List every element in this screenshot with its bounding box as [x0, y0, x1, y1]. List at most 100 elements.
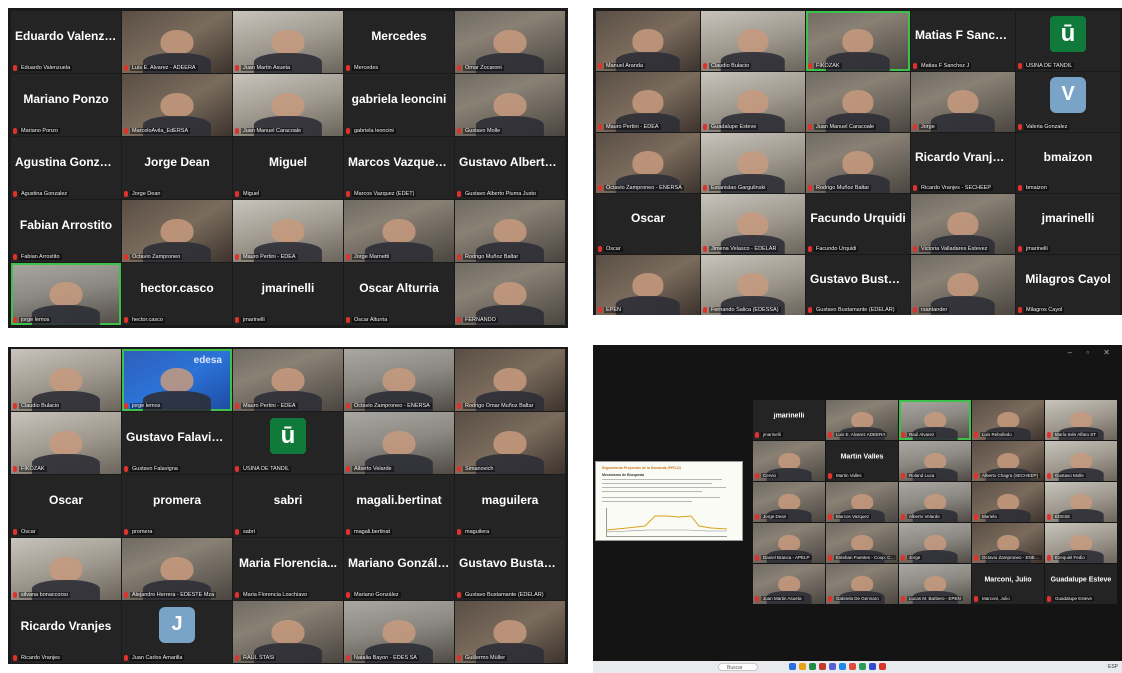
participant-tile[interactable]: magali.bertinat magali.bertinat: [344, 475, 454, 537]
participant-tile[interactable]: ū USINA DE TANDIL: [1016, 11, 1120, 71]
app-icon[interactable]: [879, 663, 886, 670]
participant-tile[interactable]: Octavio Zamproneo: [122, 200, 232, 262]
participant-tile[interactable]: Oscar Oscar: [596, 194, 700, 254]
participant-tile[interactable]: Maria Florencia... Maria Florencia Loschi…: [233, 538, 343, 600]
app-icon[interactable]: [849, 663, 856, 670]
participant-tile[interactable]: Gabriela De Gennaro: [826, 564, 898, 604]
participant-tile[interactable]: Mercedes Mercedes: [344, 11, 454, 73]
participant-tile[interactable]: Luis Rebolledo: [972, 400, 1044, 440]
participant-tile[interactable]: FERNANDO: [455, 263, 565, 325]
participant-tile[interactable]: promera promera: [122, 475, 232, 537]
participant-tile[interactable]: Ezequiel Fedio: [1045, 523, 1117, 563]
participant-tile[interactable]: gabriela leoncini gabriela leoncini: [344, 74, 454, 136]
participant-tile[interactable]: Oscar Oscar: [11, 475, 121, 537]
participant-tile[interactable]: Omar Zocaroni: [455, 11, 565, 73]
participant-tile[interactable]: J Juan Carlos Amarilla: [122, 601, 232, 663]
participant-tile[interactable]: Manuel Aranda: [596, 11, 700, 71]
participant-tile[interactable]: Guillermo Müller: [455, 601, 565, 663]
participant-tile[interactable]: Lucas M. Barbero - EPEN: [899, 564, 971, 604]
participant-tile[interactable]: V Valeria Gonzalez: [1016, 72, 1120, 132]
app-icon[interactable]: [839, 663, 846, 670]
participant-tile[interactable]: Gustavo Bustam... Gustavo Bustamante (EDE…: [455, 538, 565, 600]
participant-tile[interactable]: silvana bonaccorso: [11, 538, 121, 600]
participant-tile[interactable]: Gustavo Molle: [1045, 441, 1117, 481]
participant-tile[interactable]: Marconi, Julio Marconi, Julio: [972, 564, 1044, 604]
app-icon[interactable]: [819, 663, 826, 670]
participant-tile[interactable]: Mauro Pertini - EDEA: [233, 200, 343, 262]
participant-tile[interactable]: Alberto Velarde: [899, 482, 971, 522]
participant-tile[interactable]: María Inés Alfaro ST: [1045, 400, 1117, 440]
participant-tile[interactable]: Marcos Vazquez... Marcos Vazquez (EDET): [344, 137, 454, 199]
participant-tile[interactable]: Alberto Velarde: [344, 412, 454, 474]
participant-tile[interactable]: Daniel Branca - APELP: [753, 523, 825, 563]
participant-tile[interactable]: Gustavo Molle: [455, 74, 565, 136]
participant-tile[interactable]: Rodrigo Muñoz Baltar: [806, 133, 910, 193]
participant-tile[interactable]: Milagros Cayol Milagros Cayol: [1016, 255, 1120, 315]
participant-tile[interactable]: bmaizon bmaizon: [1016, 133, 1120, 193]
participant-tile[interactable]: sabri sabri: [233, 475, 343, 537]
participant-tile[interactable]: Roland Luca: [899, 441, 971, 481]
participant-tile[interactable]: Mauro Pertini - EDEA: [233, 349, 343, 411]
participant-tile[interactable]: Mariela: [972, 482, 1044, 522]
participant-tile[interactable]: Jorge: [899, 523, 971, 563]
participant-tile[interactable]: Martin Valles Martin Valles: [826, 441, 898, 481]
participant-tile[interactable]: rsantander: [911, 255, 1015, 315]
participant-tile[interactable]: Fernando Salica (EDESSA): [701, 255, 805, 315]
participant-tile[interactable]: Esteban Fuentes - Coop. CALF: [826, 523, 898, 563]
participant-tile[interactable]: Natalia Bayon - EDES SA: [344, 601, 454, 663]
participant-tile[interactable]: EPEN: [596, 255, 700, 315]
app-icon[interactable]: [869, 663, 876, 670]
participant-tile[interactable]: FIKOZAK: [11, 412, 121, 474]
participant-tile[interactable]: Octavio Zamproneo - ENERSA: [972, 523, 1044, 563]
participant-tile[interactable]: Guadalupe Esteve Guadalupe Esteve: [1045, 564, 1117, 604]
participant-tile[interactable]: Estanislao Gargulinski: [701, 133, 805, 193]
participant-tile[interactable]: Oscar Alturria Oscar Alturria: [344, 263, 454, 325]
app-icon[interactable]: [829, 663, 836, 670]
participant-tile[interactable]: Luis E. Alvarez ADEERA: [826, 400, 898, 440]
participant-tile[interactable]: Jorge Marnetti: [344, 200, 454, 262]
participant-tile[interactable]: edesa jorge lemos: [122, 349, 232, 411]
participant-tile[interactable]: Facundo Urquidi Facundo Urquidi: [806, 194, 910, 254]
taskbar-language[interactable]: ESP: [1108, 661, 1118, 673]
participant-tile[interactable]: Rodrigo Muñoz Baltar: [455, 200, 565, 262]
participant-tile[interactable]: Ricardo Vranjes... Ricardo Vranjes - SECH…: [911, 133, 1015, 193]
participant-tile[interactable]: Guadalupe Esteve: [701, 72, 805, 132]
participant-tile[interactable]: Agustina Gonzalez Agustina Gonzalez: [11, 137, 121, 199]
participant-tile[interactable]: jmarinelli jmarinelli: [753, 400, 825, 440]
participant-tile[interactable]: Jorge: [911, 72, 1015, 132]
participant-tile[interactable]: Juan Martin Asueta: [233, 11, 343, 73]
participant-tile[interactable]: Jorge Dean: [753, 482, 825, 522]
participant-tile[interactable]: Marcos Vazquez: [826, 482, 898, 522]
participant-tile[interactable]: maguilera maguilera: [455, 475, 565, 537]
participant-tile[interactable]: jmarinelli jmarinelli: [233, 263, 343, 325]
app-icon[interactable]: [809, 663, 816, 670]
participant-tile[interactable]: Ricardo Vranjes Ricardo Vranjes: [11, 601, 121, 663]
participant-tile[interactable]: Simanovich: [455, 412, 565, 474]
participant-tile[interactable]: Eduardo Valenzu... Eduardo Valenzuela: [11, 11, 121, 73]
app-icon[interactable]: [789, 663, 796, 670]
participant-tile[interactable]: Fabian Arrostito Fabian Arrostito: [11, 200, 121, 262]
participant-tile[interactable]: Juan Manuel Caracoale: [806, 72, 910, 132]
participant-tile[interactable]: Gustavo Bustam... Gustavo Bustamante (EDE…: [806, 255, 910, 315]
participant-tile[interactable]: Gustavo Alberto... Gustavo Alberto Piuma …: [455, 137, 565, 199]
participant-tile[interactable]: jorge lemos: [11, 263, 121, 325]
participant-tile[interactable]: EDESE: [1045, 482, 1117, 522]
participant-tile[interactable]: jmarinelli jmarinelli: [1016, 194, 1120, 254]
participant-tile[interactable]: Luis E. Alvarez - ADEERA: [122, 11, 232, 73]
participant-tile[interactable]: Mariano González Mariano González: [344, 538, 454, 600]
participant-tile[interactable]: Rodrigo Omar Muñoz Baltar: [455, 349, 565, 411]
participant-tile[interactable]: Jorge Dean Jorge Dean: [122, 137, 232, 199]
app-icon[interactable]: [859, 663, 866, 670]
participant-tile[interactable]: RAUL STASI: [233, 601, 343, 663]
taskbar-search[interactable]: Buscar: [718, 663, 758, 671]
participant-tile[interactable]: Octavio Zamproneo - ENERSA: [344, 349, 454, 411]
participant-tile[interactable]: Matias F Sanchez J Matias F Sanchez J: [911, 11, 1015, 71]
participant-tile[interactable]: Raúl Alvarez: [899, 400, 971, 440]
participant-tile[interactable]: Victoria Valladares Estevez: [911, 194, 1015, 254]
participant-tile[interactable]: Claudio Bulacio: [701, 11, 805, 71]
participant-tile[interactable]: Juan Manuel Caracoale: [233, 74, 343, 136]
participant-tile[interactable]: Juan Martin Asueta: [753, 564, 825, 604]
participant-tile[interactable]: Alberto Chagra (SECHEEP): [972, 441, 1044, 481]
participant-tile[interactable]: FIKOZAK: [806, 11, 910, 71]
participant-tile[interactable]: ū USINA DE TANDIL: [233, 412, 343, 474]
